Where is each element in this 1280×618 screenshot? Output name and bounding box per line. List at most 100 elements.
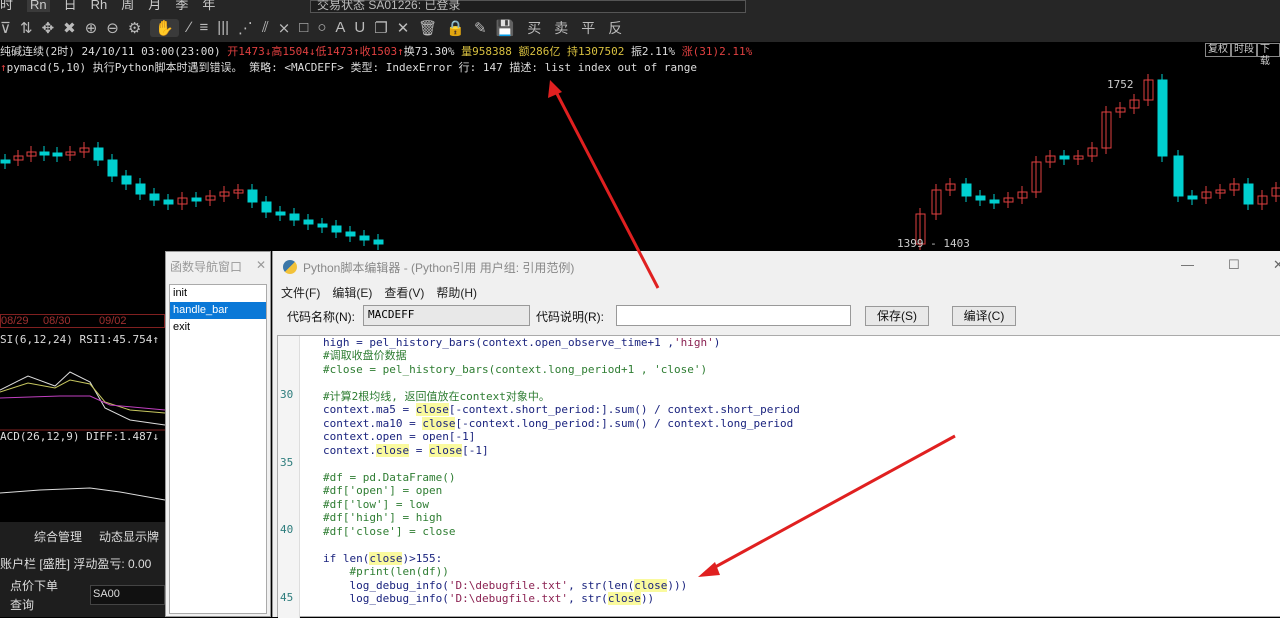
percent-line-icon[interactable]: ≡ <box>200 19 209 36</box>
circle-icon[interactable]: ○ <box>317 19 326 36</box>
high: 高1504↓ <box>271 45 316 58</box>
copy-icon[interactable]: ❐ <box>374 19 387 37</box>
cross-lines-icon[interactable]: ⨯ <box>278 19 291 37</box>
period-tab[interactable]: 月 <box>148 0 161 12</box>
zoom-in-icon[interactable]: ⊕ <box>85 19 98 37</box>
price-order-item[interactable]: 点价下单 <box>10 577 58 594</box>
code-line: #df['high'] = high <box>323 511 443 524</box>
account-select[interactable]: SA00 <box>90 585 165 605</box>
code-line: if len(close)>155: <box>323 552 443 565</box>
range-label: 1399 - 1403 <box>897 237 970 250</box>
code-line: context.ma5 = close[-context.short_perio… <box>323 403 800 416</box>
download-button[interactable]: 下载 <box>1257 43 1280 67</box>
date-label: 08/30 <box>43 315 71 327</box>
maximize-icon[interactable]: ☐ <box>1228 257 1240 273</box>
period-tab[interactable]: 季 <box>175 0 188 12</box>
cross-icon[interactable]: ✖ <box>63 19 76 37</box>
candle <box>345 231 356 237</box>
close: 收1503↑ <box>359 45 404 58</box>
candle <box>373 239 384 245</box>
code-desc-input[interactable] <box>616 305 851 326</box>
function-item[interactable]: exit <box>170 319 266 336</box>
period-tab[interactable]: Rh <box>91 0 108 12</box>
parallel-icon[interactable]: ⫽ <box>262 19 269 36</box>
period-tab[interactable]: 时 <box>0 0 13 12</box>
line-icon[interactable]: ∕ <box>188 19 191 36</box>
code-line: log_debug_info('D:\debugfile.txt', str(c… <box>323 592 655 605</box>
tab-dynamic-board[interactable]: 动态显示牌 <box>99 528 159 545</box>
filter-icon[interactable]: ⊽ <box>0 19 11 37</box>
candle <box>93 147 104 161</box>
code-line: #print(len(df)) <box>323 565 449 578</box>
trade-button[interactable]: 反 <box>608 18 622 38</box>
close-icon[interactable]: ✕ <box>1273 257 1280 273</box>
period-tab[interactable]: 年 <box>202 0 215 12</box>
hand-icon[interactable]: ✋ <box>150 18 180 37</box>
python-icon <box>283 260 297 274</box>
period-tab[interactable]: 周 <box>121 0 134 12</box>
rect-icon[interactable]: □ <box>299 19 308 36</box>
lock-icon[interactable]: 🔒 <box>446 19 465 37</box>
vertical-lines-icon[interactable]: ||| <box>217 19 229 36</box>
code-line: #df = pd.DataFrame() <box>323 471 456 484</box>
adjust-button[interactable]: 复权 <box>1205 43 1231 57</box>
function-item[interactable]: init <box>170 285 266 302</box>
candle <box>163 199 174 205</box>
volume: 量958388 <box>461 45 512 58</box>
change: 涨(31)2.11% <box>681 45 753 58</box>
text-icon[interactable]: A <box>335 19 345 36</box>
code-editor[interactable]: 30 35 40 45 high = pel_history_bars(cont… <box>277 335 1280 618</box>
symbol: 纯碱连续(2时) <box>0 45 75 58</box>
candle <box>247 189 258 203</box>
candle <box>1173 155 1184 197</box>
candle <box>359 235 370 241</box>
settings-icon[interactable]: ⚙ <box>128 19 141 37</box>
period-tab[interactable]: 日 <box>64 0 77 12</box>
trade-button[interactable]: 卖 <box>554 18 568 38</box>
date-axis: 08/29 08/30 09/02 <box>0 314 165 328</box>
compile-button[interactable]: 编译(C) <box>952 306 1016 326</box>
zoom-out-icon[interactable]: ⊖ <box>106 19 119 37</box>
move-icon[interactable]: ✥ <box>42 19 55 37</box>
function-nav-window: 函数导航窗口 ✕ init handle_bar exit <box>165 251 271 617</box>
candle <box>961 183 972 197</box>
nav-title: 函数导航窗口 <box>170 260 243 274</box>
query-item[interactable]: 查询 <box>10 596 34 613</box>
magnet-icon[interactable]: U <box>354 19 365 36</box>
candle <box>191 197 202 202</box>
candle <box>0 159 11 164</box>
candle <box>975 195 986 201</box>
trash-icon[interactable]: 🗑 <box>418 19 437 37</box>
candle <box>331 225 342 233</box>
candlestick-chart[interactable] <box>0 72 1280 250</box>
candle <box>289 213 300 221</box>
trade-button[interactable]: 买 <box>527 18 541 38</box>
candle <box>52 152 63 157</box>
minimize-icon[interactable]: — <box>1181 257 1194 272</box>
period-tab[interactable]: Rn <box>27 0 50 12</box>
rsi-label: SI(6,12,24) RSI1:45.754↑ R <box>0 333 173 346</box>
candle <box>1157 79 1168 157</box>
candle <box>989 199 1000 204</box>
low: 低1473↑ <box>315 45 360 58</box>
pen-icon[interactable]: ✎ <box>474 19 487 37</box>
fan-icon[interactable]: ⋰ <box>238 19 253 37</box>
trade-button[interactable]: 平 <box>581 18 595 38</box>
function-list: init handle_bar exit <box>169 284 267 614</box>
tab-comprehensive[interactable]: 综合管理 <box>34 528 82 545</box>
close-icon[interactable]: ✕ <box>256 258 266 272</box>
save-button[interactable]: 保存(S) <box>865 306 929 326</box>
save-icon[interactable]: 💾 <box>496 19 515 37</box>
menu-item[interactable]: 帮助(H) <box>436 284 477 301</box>
code-name-input[interactable]: MACDEFF <box>363 305 530 326</box>
date-label: 09/02 <box>99 315 127 327</box>
session-button[interactable]: 时段 <box>1231 43 1257 57</box>
menu-item[interactable]: 查看(V) <box>384 284 424 301</box>
menu-item[interactable]: 文件(F) <box>281 284 320 301</box>
sort-icon[interactable]: ⇅ <box>20 19 33 37</box>
menu-item[interactable]: 编辑(E) <box>332 284 372 301</box>
close-icon[interactable]: ✕ <box>397 19 410 37</box>
function-item[interactable]: handle_bar <box>170 302 266 319</box>
candle <box>303 219 314 225</box>
drawing-tools: ⊽ ⇅ ✥ ✖ ⊕ ⊖ ⚙ ✋ ∕ ≡ ||| ⋰ ⫽ ⨯ □ ○ A U ❐ ✕ 🗑 🔒 ✎ 💾 买卖平反 <box>0 15 622 40</box>
